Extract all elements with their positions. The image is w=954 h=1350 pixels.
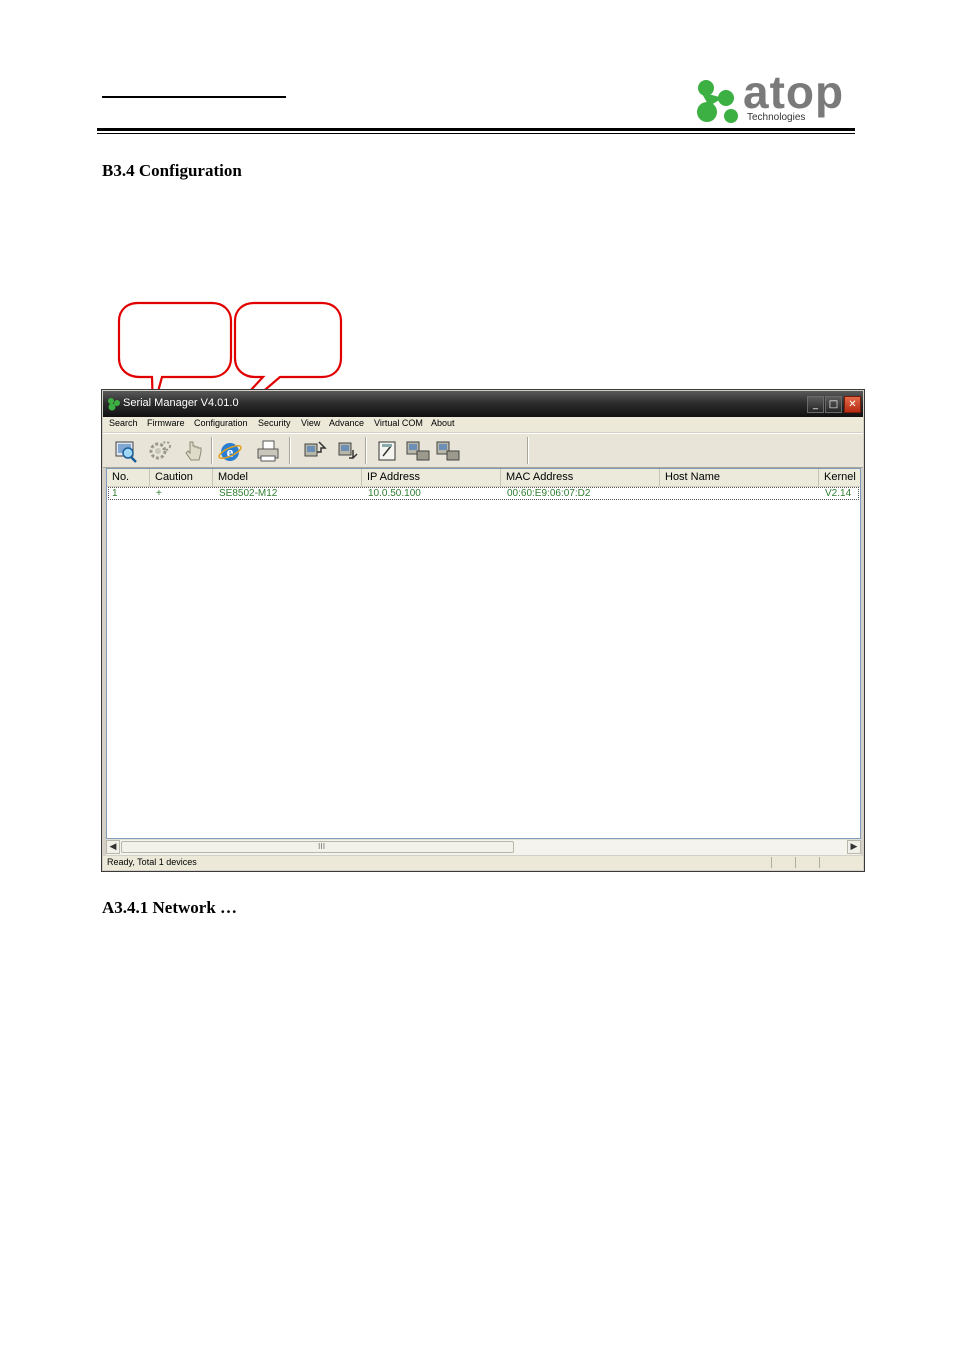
search-icon[interactable]: [113, 438, 139, 464]
com-add-icon[interactable]: [405, 438, 431, 464]
app-icon: [108, 398, 120, 411]
device-list[interactable]: No. Caution Model IP Address MAC Address…: [106, 468, 861, 839]
firmware-icon[interactable]: [335, 438, 361, 464]
atop-logo-mark-icon: [697, 80, 738, 123]
toolbar-separator: [289, 437, 291, 464]
horizontal-scrollbar[interactable]: ◀ III ▶: [106, 839, 861, 855]
section-heading: B3.4 Configuration: [102, 161, 242, 180]
com-remove-icon[interactable]: [435, 438, 461, 464]
scroll-right-arrow-icon[interactable]: ▶: [847, 840, 861, 854]
status-pane: [795, 857, 818, 868]
col-model[interactable]: Model: [213, 469, 362, 486]
subsection-heading: A3.4.1 Network …: [102, 898, 238, 917]
toolbar-separator: [211, 437, 213, 464]
window-title: Serial Manager V4.01.0: [123, 397, 239, 409]
cell-caution: +: [156, 488, 162, 499]
menu-about[interactable]: About: [431, 418, 455, 428]
logo-subtitle: Technologies: [747, 112, 806, 123]
header-short-rule: [102, 96, 286, 98]
col-caution[interactable]: Caution: [150, 469, 213, 486]
locate-icon[interactable]: [181, 438, 207, 464]
menu-virtual-com[interactable]: Virtual COM: [374, 418, 423, 428]
header-rule-thin: [97, 133, 855, 134]
col-host-name[interactable]: Host Name: [660, 469, 819, 486]
col-ip-address[interactable]: IP Address: [362, 469, 501, 486]
cell-mac: 00:60:E9:06:07:D2: [507, 488, 591, 499]
toolbar: e: [103, 433, 863, 468]
menu-security[interactable]: Security: [258, 418, 291, 428]
cell-no: 1: [112, 488, 118, 499]
cell-ip: 10.0.50.100: [368, 488, 421, 499]
status-text: Ready, Total 1 devices: [107, 857, 197, 867]
menu-configuration[interactable]: Configuration: [194, 418, 248, 428]
atop-logo: atop Technologies: [695, 66, 857, 128]
minimize-button[interactable]: _: [807, 396, 824, 413]
menu-bar: Search Firmware Configuration Security V…: [103, 417, 863, 432]
status-bar: Ready, Total 1 devices: [103, 856, 863, 870]
col-mac-address[interactable]: MAC Address: [501, 469, 660, 486]
title-bar[interactable]: Serial Manager V4.01.0 _ □ ✕: [103, 391, 863, 417]
scroll-left-arrow-icon[interactable]: ◀: [106, 840, 120, 854]
print-icon[interactable]: [255, 438, 281, 464]
status-pane: [819, 857, 844, 868]
web-browser-icon[interactable]: e: [217, 438, 243, 464]
firmware-upgrade-icon[interactable]: [301, 438, 327, 464]
scrollbar-thumb[interactable]: III: [121, 841, 514, 853]
menu-firmware[interactable]: Firmware: [147, 418, 185, 428]
status-pane: [771, 857, 794, 868]
virtual-com-icon[interactable]: [375, 438, 401, 464]
cell-model: SE8502-M12: [219, 488, 278, 499]
col-no[interactable]: No.: [107, 469, 150, 486]
table-row[interactable]: 1 + SE8502-M12 10.0.50.100 00:60:E9:06:0…: [108, 487, 859, 500]
scroll-grip: III: [318, 842, 326, 851]
menu-advance[interactable]: Advance: [329, 418, 364, 428]
toolbar-separator: [527, 437, 529, 464]
maximize-button[interactable]: □: [825, 396, 842, 413]
serial-manager-window: Serial Manager V4.01.0 _ □ ✕ Search Firm…: [101, 389, 865, 872]
menu-search[interactable]: Search: [109, 418, 138, 428]
col-kernel[interactable]: Kernel: [819, 469, 860, 486]
toolbar-separator: [365, 437, 367, 464]
close-button[interactable]: ✕: [844, 396, 861, 413]
cell-kernel: V2.14: [825, 488, 852, 499]
column-header-row: No. Caution Model IP Address MAC Address…: [107, 469, 860, 487]
configuration-icon[interactable]: [147, 438, 173, 464]
menu-view[interactable]: View: [301, 418, 320, 428]
header-rule: [97, 128, 855, 131]
